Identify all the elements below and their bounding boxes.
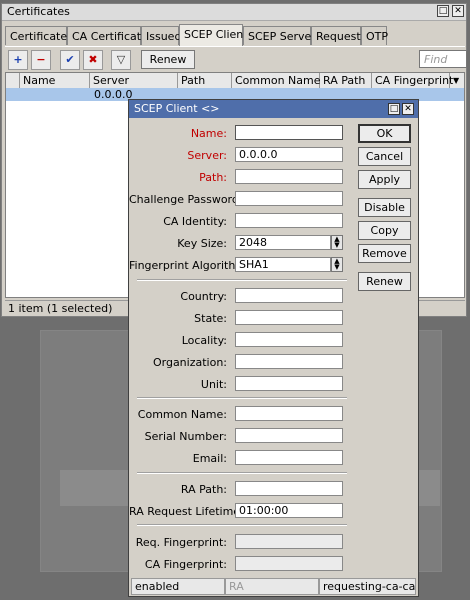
state-label: State: [194, 312, 227, 325]
server-label: Server: [187, 149, 227, 162]
challenge-password-input[interactable] [235, 191, 343, 206]
server-input[interactable]: 0.0.0.0 [235, 147, 343, 162]
plus-icon: + [13, 53, 23, 66]
common-name-input[interactable] [235, 406, 343, 421]
column-header-ra-path[interactable]: RA Path [320, 73, 372, 88]
minus-icon: − [36, 53, 46, 66]
toolbar: + − ✔ ✖ ▽ Renew Find [5, 46, 467, 71]
remove-button[interactable]: − [31, 50, 51, 70]
serial-number-input[interactable] [235, 428, 343, 443]
status-enabled: enabled [131, 578, 225, 595]
renew-button[interactable]: Renew [358, 272, 411, 291]
dialog-titlebar: SCEP Client <> □ ✕ [129, 100, 418, 118]
ok-button[interactable]: OK [358, 124, 411, 143]
ra-request-lifetime-input[interactable]: 01:00:00 [235, 503, 343, 518]
locality-input[interactable] [235, 332, 343, 347]
separator [137, 524, 347, 526]
separator [137, 279, 347, 281]
path-label: Path: [199, 171, 227, 184]
country-input[interactable] [235, 288, 343, 303]
common-name-label: Common Name: [137, 408, 227, 421]
organization-label: Organization: [152, 356, 227, 369]
separator [137, 472, 347, 474]
filter-icon: ▽ [116, 53, 126, 66]
disable-button[interactable]: ✖ [83, 50, 103, 70]
state-input[interactable] [235, 310, 343, 325]
remove-button[interactable]: Remove [358, 244, 411, 263]
enable-button[interactable]: ✔ [60, 50, 80, 70]
tab-otp[interactable]: OTP [361, 26, 388, 45]
dialog-title: SCEP Client <> [134, 102, 220, 115]
email-input[interactable] [235, 450, 343, 465]
organization-input[interactable] [235, 354, 343, 369]
status-progress: requesting-ca-capa... [319, 578, 416, 595]
ca-fingerprint-field [235, 556, 343, 571]
unit-input[interactable] [235, 376, 343, 391]
check-icon: ✔ [65, 53, 75, 66]
scep-client-dialog: SCEP Client <> □ ✕ Name: Server: 0.0.0.0… [128, 99, 419, 597]
country-label: Country: [180, 290, 227, 303]
key-size-dropdown-icon[interactable]: ▲ ▼ [331, 235, 343, 250]
column-header-common-name[interactable]: Common Name [232, 73, 321, 88]
fingerprint-algorithm-dropdown-icon[interactable]: ▲ ▼ [331, 257, 343, 272]
tab-certificates[interactable]: Certificates [5, 26, 73, 45]
copy-button[interactable]: Copy [358, 221, 411, 240]
add-button[interactable]: + [8, 50, 28, 70]
ra-request-lifetime-label: RA Request Lifetime: [129, 505, 244, 518]
challenge-password-label: Challenge Password: [129, 193, 243, 206]
column-menu-icon[interactable]: ▼ [450, 73, 464, 88]
tab-scep-servers[interactable]: SCEP Servers [243, 26, 322, 45]
separator [137, 397, 347, 399]
find-input[interactable]: Find [419, 50, 467, 68]
apply-button[interactable]: Apply [358, 170, 411, 189]
req-fingerprint-label: Req. Fingerprint: [135, 536, 227, 549]
path-input[interactable] [235, 169, 343, 184]
table-header: Name Server Path Common Name RA Path CA … [6, 73, 464, 89]
req-fingerprint-field [235, 534, 343, 549]
column-header-path[interactable]: Path [178, 73, 232, 88]
window-titlebar: Certificates □ ✕ [2, 4, 466, 21]
renew-button[interactable]: Renew [141, 50, 195, 69]
fingerprint-algorithm-select[interactable]: SHA1 [235, 257, 331, 272]
column-header-name[interactable]: Name [20, 73, 90, 88]
maximize-icon[interactable]: □ [388, 103, 400, 115]
email-label: Email: [192, 452, 227, 465]
status-ra: RA [225, 578, 319, 595]
name-input[interactable] [235, 125, 343, 140]
ca-identity-label: CA Identity: [163, 215, 227, 228]
column-header-ca-fingerprint[interactable]: CA Fingerprint [372, 73, 453, 88]
close-icon[interactable]: ✕ [402, 103, 414, 115]
unit-label: Unit: [200, 378, 227, 391]
disable-button[interactable]: Disable [358, 198, 411, 217]
tab-scep-clients[interactable]: SCEP Clients [179, 24, 253, 46]
window-title: Certificates [7, 5, 70, 18]
ca-identity-input[interactable] [235, 213, 343, 228]
x-icon: ✖ [88, 53, 98, 66]
close-icon[interactable]: ✕ [452, 5, 464, 17]
fingerprint-algorithm-label: Fingerprint Algorithm: [129, 259, 250, 272]
ra-path-label: RA Path: [180, 483, 227, 496]
maximize-icon[interactable]: □ [437, 5, 449, 17]
tab-ca-certificates[interactable]: CA Certificates [67, 26, 154, 45]
ra-path-input[interactable] [235, 481, 343, 496]
key-size-label: Key Size: [177, 237, 227, 250]
header-spacer [6, 73, 20, 88]
name-label: Name: [190, 127, 227, 140]
cancel-button[interactable]: Cancel [358, 147, 411, 166]
filter-button[interactable]: ▽ [111, 50, 131, 70]
row-server: 0.0.0.0 [94, 88, 133, 101]
tab-requests[interactable]: Requests [311, 26, 366, 45]
key-size-select[interactable]: 2048 [235, 235, 331, 250]
serial-number-label: Serial Number: [144, 430, 227, 443]
ca-fingerprint-label: CA Fingerprint: [144, 558, 227, 571]
column-header-server[interactable]: Server [90, 73, 178, 88]
locality-label: Locality: [181, 334, 227, 347]
tab-issued[interactable]: Issued [141, 26, 181, 45]
